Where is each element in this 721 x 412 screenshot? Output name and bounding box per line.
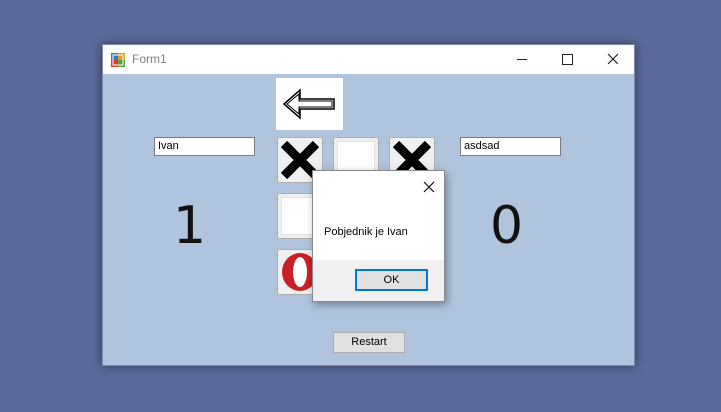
title-bar[interactable]: Form1 [103, 45, 634, 74]
dialog-message: Pobjednik je Ivan [324, 226, 408, 238]
minimize-button[interactable] [499, 45, 545, 74]
minimize-icon [517, 59, 527, 60]
ok-button[interactable]: OK [355, 269, 428, 291]
arrow-left-icon [282, 88, 335, 120]
restart-button[interactable]: Restart [333, 332, 405, 353]
dialog-footer: OK [313, 260, 444, 301]
player2-name-input[interactable]: asdsad [460, 137, 561, 156]
maximize-button[interactable] [544, 45, 590, 74]
window-title: Form1 [132, 52, 167, 66]
player2-score: 0 [490, 196, 524, 256]
player1-name-input[interactable]: Ivan [154, 137, 255, 156]
close-icon [423, 181, 435, 193]
message-box: Pobjednik je Ivan OK [312, 170, 445, 302]
app-icon [111, 53, 125, 67]
close-icon [607, 53, 619, 65]
turn-indicator [276, 78, 343, 130]
player1-score: 1 [173, 196, 207, 256]
close-button[interactable] [590, 45, 636, 74]
maximize-icon [562, 54, 573, 65]
dialog-close-button[interactable] [419, 177, 439, 197]
